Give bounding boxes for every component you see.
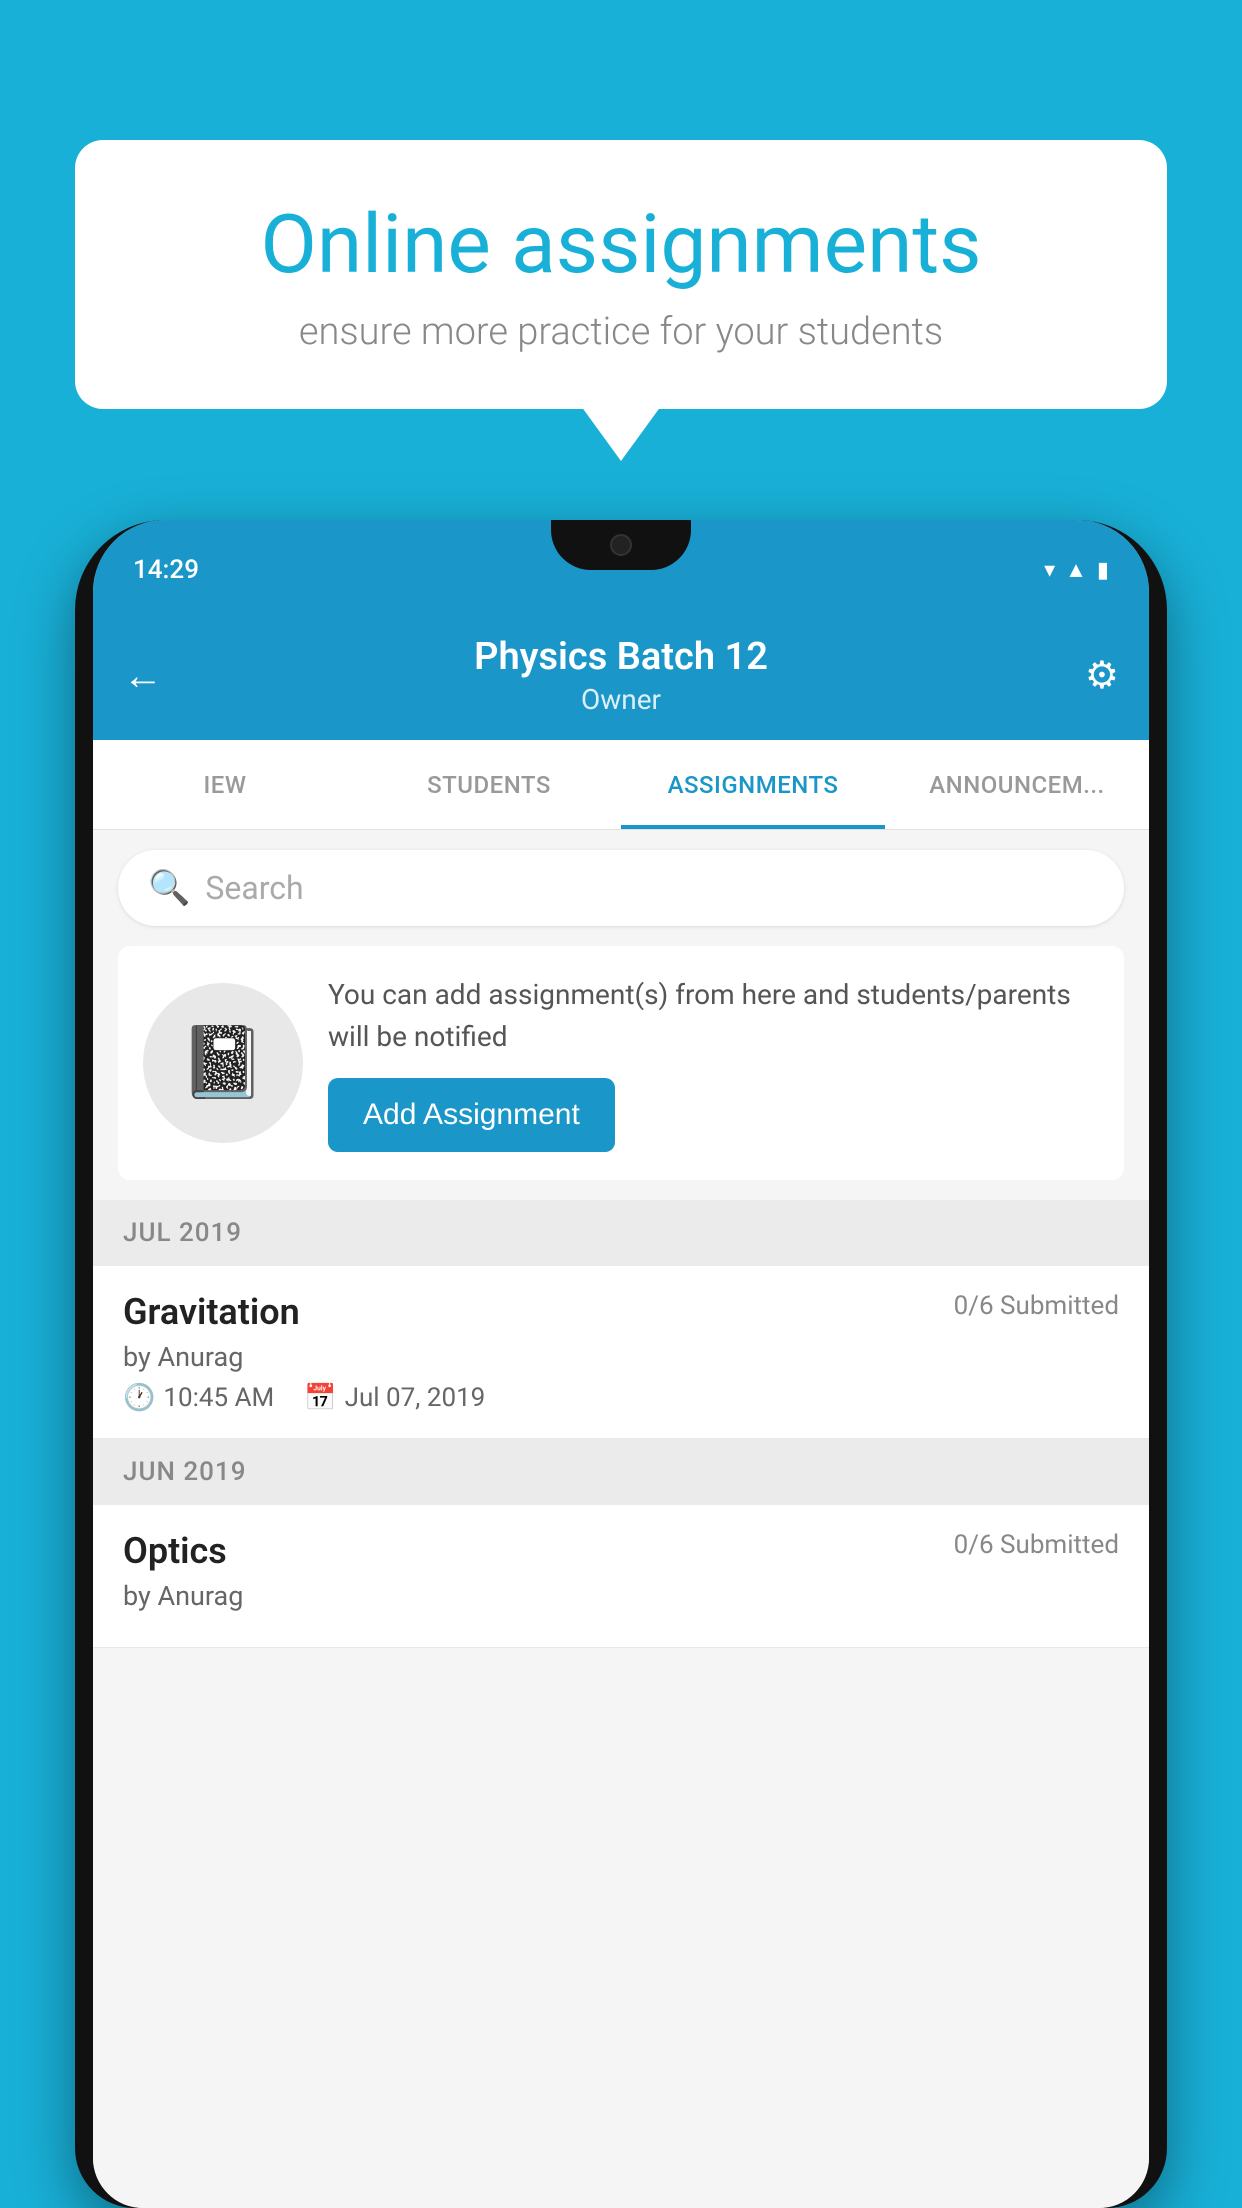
- assignment-meta: 🕐 10:45 AM 📅 Jul 07, 2019: [123, 1383, 1119, 1413]
- status-icons: ▾ ▲ ▮: [1044, 557, 1109, 583]
- assignment-submitted: 0/6 Submitted: [954, 1291, 1119, 1321]
- promo-description: You can add assignment(s) from here and …: [328, 974, 1099, 1058]
- assignment-name: Gravitation: [123, 1291, 300, 1333]
- tab-assignments[interactable]: ASSIGNMENTS: [621, 740, 885, 829]
- assignment-top-row: Gravitation 0/6 Submitted: [123, 1291, 1119, 1333]
- assignment-item-optics[interactable]: Optics 0/6 Submitted by Anurag: [93, 1505, 1149, 1648]
- tab-students[interactable]: STUDENTS: [357, 740, 621, 829]
- header-title-container: Physics Batch 12 Owner: [474, 635, 768, 716]
- assignment-time: 10:45 AM: [163, 1383, 274, 1413]
- status-bar: 14:29 ▾ ▲ ▮: [93, 520, 1149, 610]
- header-subtitle: Owner: [474, 683, 768, 716]
- search-bar[interactable]: 🔍 Search: [118, 850, 1124, 926]
- promo-text-container: You can add assignment(s) from here and …: [328, 974, 1099, 1152]
- section-header-jul: JUL 2019: [93, 1200, 1149, 1266]
- speech-bubble-subtitle: ensure more practice for your students: [155, 310, 1087, 354]
- section-header-jun: JUN 2019: [93, 1439, 1149, 1505]
- back-button[interactable]: ←: [123, 652, 163, 699]
- speech-bubble-title: Online assignments: [155, 200, 1087, 290]
- speech-bubble: Online assignments ensure more practice …: [75, 140, 1167, 409]
- assignment-submitted-optics: 0/6 Submitted: [954, 1530, 1119, 1560]
- phone-frame: 14:29 ▾ ▲ ▮ ← Physics Batch 12 Owner ⚙ I…: [75, 520, 1167, 2208]
- tabs-bar: IEW STUDENTS ASSIGNMENTS ANNOUNCEM...: [93, 740, 1149, 830]
- battery-icon: ▮: [1097, 558, 1109, 583]
- notch-cutout: [551, 520, 691, 570]
- assignment-name-optics: Optics: [123, 1530, 227, 1572]
- assignment-top-row-optics: Optics 0/6 Submitted: [123, 1530, 1119, 1572]
- promo-section: 📓 You can add assignment(s) from here an…: [118, 946, 1124, 1180]
- status-time: 14:29: [133, 555, 199, 585]
- assignment-item-gravitation[interactable]: Gravitation 0/6 Submitted by Anurag 🕐 10…: [93, 1266, 1149, 1439]
- assignment-date: Jul 07, 2019: [345, 1383, 486, 1413]
- add-assignment-button[interactable]: Add Assignment: [328, 1078, 615, 1152]
- promo-icon-circle: 📓: [143, 983, 303, 1143]
- settings-icon[interactable]: ⚙: [1085, 653, 1119, 698]
- search-placeholder: Search: [205, 869, 303, 907]
- assignment-author: by Anurag: [123, 1341, 1119, 1373]
- front-camera: [610, 534, 632, 556]
- assignment-author-optics: by Anurag: [123, 1580, 1119, 1612]
- meta-date: 📅 Jul 07, 2019: [304, 1383, 485, 1413]
- notebook-icon: 📓: [179, 1022, 266, 1104]
- meta-time: 🕐 10:45 AM: [123, 1383, 274, 1413]
- phone-screen: 14:29 ▾ ▲ ▮ ← Physics Batch 12 Owner ⚙ I…: [93, 520, 1149, 2208]
- signal-icon: ▲: [1065, 557, 1087, 583]
- wifi-icon: ▾: [1044, 558, 1055, 583]
- app-header: ← Physics Batch 12 Owner ⚙: [93, 610, 1149, 740]
- clock-icon: 🕐: [123, 1383, 155, 1413]
- header-title: Physics Batch 12: [474, 635, 768, 679]
- calendar-icon: 📅: [304, 1383, 336, 1413]
- speech-bubble-container: Online assignments ensure more practice …: [75, 140, 1167, 409]
- search-icon: 🔍: [148, 868, 190, 908]
- tab-iew[interactable]: IEW: [93, 740, 357, 829]
- tab-announcements[interactable]: ANNOUNCEM...: [885, 740, 1149, 829]
- content-area: 🔍 Search 📓 You can add assignment(s) fro…: [93, 830, 1149, 2208]
